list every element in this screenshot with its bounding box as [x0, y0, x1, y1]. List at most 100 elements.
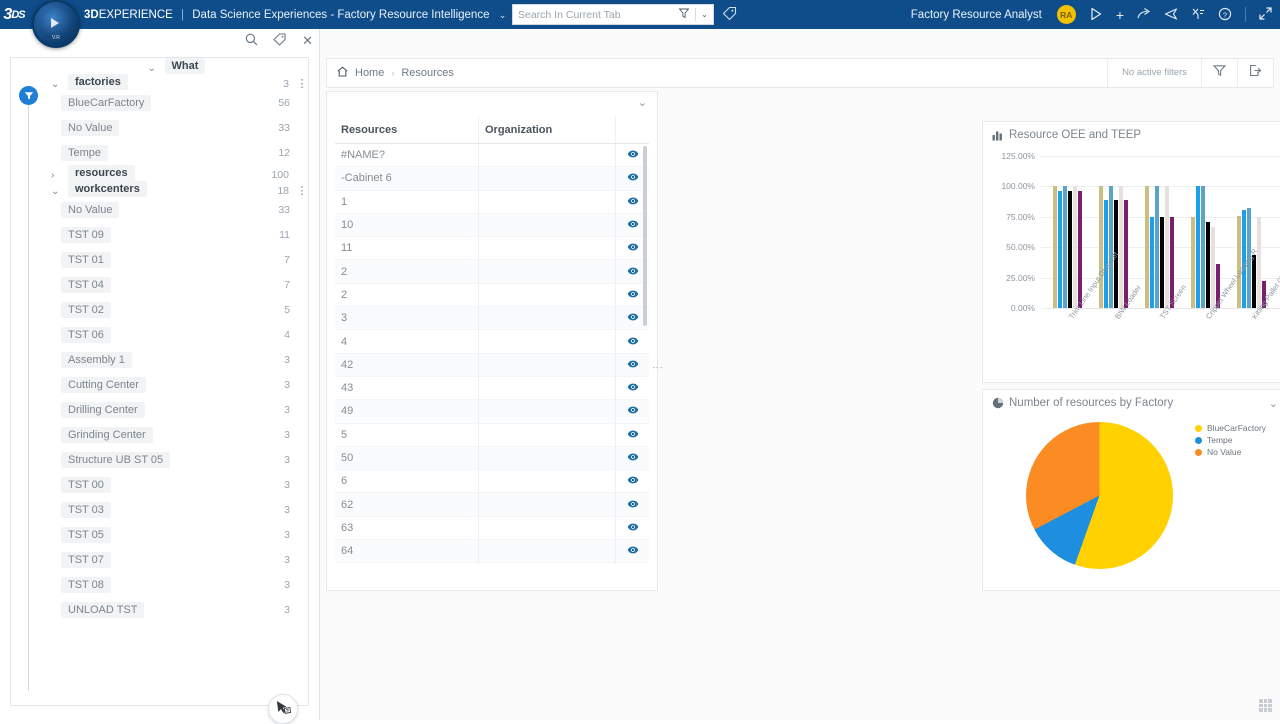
column-header-resources[interactable]: Resources	[335, 116, 478, 143]
help-icon[interactable]: ?	[1218, 7, 1232, 23]
table-scrollbar[interactable]	[643, 146, 647, 326]
table-row[interactable]: 1	[335, 191, 649, 214]
funnel-badge-icon[interactable]	[19, 86, 38, 105]
export-icon[interactable]	[1237, 59, 1273, 87]
table-row[interactable]: 42	[335, 354, 649, 377]
eye-icon[interactable]	[627, 429, 639, 441]
eye-icon[interactable]	[627, 405, 639, 417]
bar-performance[interactable]	[1150, 217, 1154, 308]
eye-icon[interactable]	[627, 475, 639, 487]
cell-action[interactable]	[615, 423, 649, 446]
panel-resize-handle[interactable]: ⋮	[653, 359, 662, 377]
chevron-down-icon[interactable]: ⌄	[148, 63, 164, 74]
filter-icon[interactable]	[1201, 59, 1237, 87]
table-row[interactable]: 11	[335, 237, 649, 260]
facet-item[interactable]: TST 073	[11, 547, 308, 572]
bar-availability[interactable]	[1053, 186, 1057, 308]
table-row[interactable]: 4	[335, 330, 649, 353]
facet-group-workcenters[interactable]: ⌄workcenters18⋮	[11, 181, 308, 197]
dassault-logo-icon[interactable]: 3DS	[0, 0, 28, 29]
eye-icon[interactable]	[627, 452, 639, 464]
app-menu-chevron-icon[interactable]: ⌄	[499, 10, 507, 21]
send-icon[interactable]	[1164, 7, 1178, 23]
search-filter-icon[interactable]	[673, 8, 695, 22]
compass-3dpassport-icon[interactable]	[1089, 7, 1103, 23]
share-icon[interactable]	[1137, 7, 1151, 23]
eye-icon[interactable]	[627, 149, 639, 161]
cell-action[interactable]	[615, 376, 649, 399]
bar-performance[interactable]	[1104, 200, 1108, 308]
search-bar[interactable]: ⌄	[512, 4, 714, 25]
facet-item[interactable]: TST 0911	[11, 222, 308, 247]
eye-icon[interactable]	[627, 359, 639, 371]
facet-item[interactable]: TST 017	[11, 247, 308, 272]
cell-action[interactable]	[615, 493, 649, 516]
eye-icon[interactable]	[627, 242, 639, 254]
facet-group-menu-icon[interactable]: ⋮	[296, 77, 308, 90]
eye-icon[interactable]	[627, 289, 639, 301]
legend-item[interactable]: BlueCarFactory	[1195, 422, 1277, 434]
facet-group-resources[interactable]: ›resources100	[11, 165, 308, 181]
cell-action[interactable]	[615, 446, 649, 469]
bar-quality[interactable]	[1109, 186, 1113, 308]
table-row[interactable]: 64	[335, 540, 649, 563]
facet-item[interactable]: Drilling Center3	[11, 397, 308, 422]
table-row[interactable]: -Cabinet 6	[335, 167, 649, 190]
bar-teep[interactable]	[1078, 191, 1082, 308]
bar-performance[interactable]	[1196, 186, 1200, 308]
chevron-right-icon[interactable]: ›	[51, 170, 67, 181]
facet-item[interactable]: TST 053	[11, 522, 308, 547]
eye-icon[interactable]	[627, 219, 639, 231]
facet-item[interactable]: Cutting Center3	[11, 372, 308, 397]
facet-group-factories[interactable]: ⌄factories3⋮	[11, 74, 308, 90]
facet-item[interactable]: Structure UB ST 053	[11, 447, 308, 472]
bar-teep[interactable]	[1124, 200, 1128, 308]
bar-utilization[interactable]	[1073, 186, 1077, 308]
pie-collapse-chevron-icon[interactable]: ⌄	[1269, 397, 1278, 410]
bar-performance[interactable]	[1058, 191, 1062, 308]
table-row[interactable]: 63	[335, 517, 649, 540]
table-row[interactable]: 2	[335, 284, 649, 307]
bar-oee[interactable]	[1252, 255, 1256, 309]
eye-icon[interactable]	[627, 266, 639, 278]
facet-item[interactable]: TST 083	[11, 572, 308, 597]
facet-item[interactable]: No Value33	[11, 197, 308, 222]
search-icon[interactable]	[245, 33, 258, 49]
bar-oee[interactable]	[1206, 222, 1210, 308]
table-row[interactable]: 50	[335, 447, 649, 470]
facet-item[interactable]: TST 033	[11, 497, 308, 522]
search-input[interactable]	[513, 5, 673, 24]
breadcrumb-home-label[interactable]: Home	[355, 67, 384, 79]
eye-icon[interactable]	[627, 196, 639, 208]
bar-availability[interactable]	[1145, 186, 1149, 308]
bar-availability[interactable]	[1191, 217, 1195, 308]
facet-item[interactable]: UNLOAD TST3	[11, 597, 308, 622]
facet-item[interactable]: TST 047	[11, 272, 308, 297]
facet-item[interactable]: TST 064	[11, 322, 308, 347]
eye-icon[interactable]	[627, 499, 639, 511]
close-icon[interactable]: ✕	[302, 33, 313, 49]
eye-icon[interactable]	[627, 545, 639, 557]
tag-icon[interactable]	[722, 6, 737, 25]
cell-action[interactable]	[615, 540, 649, 563]
bar-utilization[interactable]	[1211, 227, 1215, 308]
bar-quality[interactable]	[1201, 186, 1205, 308]
home-icon[interactable]	[337, 66, 348, 80]
cell-action[interactable]	[615, 353, 649, 376]
table-row[interactable]: #NAME?	[335, 144, 649, 167]
table-row[interactable]: 2	[335, 260, 649, 283]
facet-item[interactable]: TST 025	[11, 297, 308, 322]
column-header-organization[interactable]: Organization	[478, 116, 615, 143]
bar-quality[interactable]	[1155, 186, 1159, 308]
cell-action[interactable]	[615, 330, 649, 353]
factory-pie-chart[interactable]	[1026, 422, 1173, 569]
tag-icon[interactable]	[273, 33, 287, 49]
resize-grip-icon[interactable]	[1259, 699, 1272, 712]
eye-icon[interactable]	[627, 172, 639, 184]
bar-availability[interactable]	[1099, 186, 1103, 308]
avatar[interactable]: RA	[1057, 5, 1076, 24]
table-row[interactable]: 5	[335, 424, 649, 447]
facet-item[interactable]: Tempe12	[11, 140, 308, 165]
eye-icon[interactable]	[627, 382, 639, 394]
eye-icon[interactable]	[627, 336, 639, 348]
